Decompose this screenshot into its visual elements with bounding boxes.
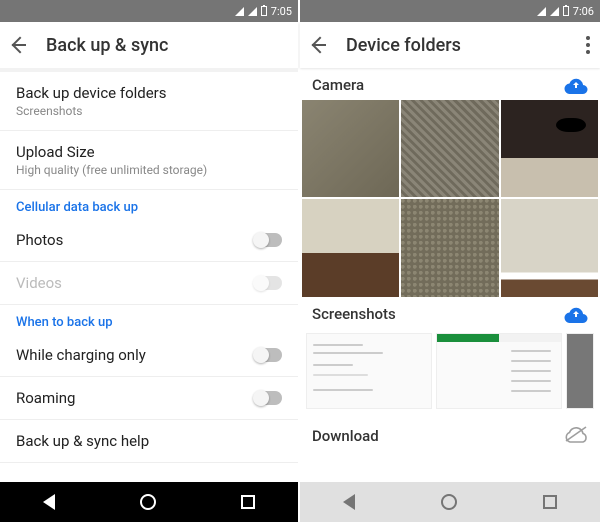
section-when: When to back up xyxy=(0,305,298,334)
settings-list: Back up device folders Screenshots Uploa… xyxy=(0,68,298,482)
row-title: Back up device folders xyxy=(16,84,282,102)
photo-thumb[interactable] xyxy=(401,199,498,296)
folder-name: Screenshots xyxy=(312,305,396,323)
screenshots-row xyxy=(300,329,600,417)
row-subtitle: Screenshots xyxy=(16,104,282,118)
screenshot-thumb[interactable] xyxy=(436,333,562,409)
row-title: Roaming xyxy=(16,389,254,407)
battery-icon xyxy=(563,6,569,16)
camera-grid xyxy=(300,100,600,297)
battery-icon xyxy=(261,6,267,16)
status-bar: 7:05 xyxy=(0,0,298,22)
nav-home-icon[interactable] xyxy=(441,494,457,510)
nav-bar xyxy=(300,482,600,522)
page-title: Device folders xyxy=(346,35,568,56)
section-cellular: Cellular data back up xyxy=(0,190,298,219)
nav-back-icon[interactable] xyxy=(343,494,355,510)
switch-videos xyxy=(254,276,282,290)
cloud-upload-icon[interactable] xyxy=(564,76,588,94)
photo-thumb[interactable] xyxy=(302,100,399,197)
cloud-off-icon[interactable] xyxy=(564,425,588,447)
photo-thumb[interactable] xyxy=(302,199,399,296)
switch-charging[interactable] xyxy=(254,348,282,362)
status-bar: 7:06 xyxy=(300,0,600,22)
row-title: Back up & sync help xyxy=(16,432,282,450)
photo-thumb[interactable] xyxy=(501,199,598,296)
folder-header-download[interactable]: Download xyxy=(300,417,600,453)
row-help[interactable]: Back up & sync help xyxy=(0,420,298,463)
row-title: Upload Size xyxy=(16,143,282,161)
row-subtitle: High quality (free unlimited storage) xyxy=(16,163,282,177)
cell-signal-icon xyxy=(248,7,257,16)
status-time: 7:06 xyxy=(573,5,594,18)
nav-recents-icon[interactable] xyxy=(241,495,255,509)
nav-home-icon[interactable] xyxy=(140,494,156,510)
photo-thumb[interactable] xyxy=(501,100,598,197)
nav-recents-icon[interactable] xyxy=(543,495,557,509)
screenshot-thumb[interactable] xyxy=(306,333,432,409)
row-videos-toggle: Videos xyxy=(0,262,298,305)
status-time: 7:05 xyxy=(271,5,292,18)
row-roaming-toggle[interactable]: Roaming xyxy=(0,377,298,420)
screenshot-thumb[interactable] xyxy=(566,333,594,409)
toolbar: Device folders xyxy=(300,22,600,68)
nav-back-icon[interactable] xyxy=(43,494,55,510)
folder-header-camera[interactable]: Camera xyxy=(300,68,600,100)
toolbar: Back up & sync xyxy=(0,22,298,68)
switch-roaming[interactable] xyxy=(254,391,282,405)
row-photos-toggle[interactable]: Photos xyxy=(0,219,298,262)
row-title: Videos xyxy=(16,274,254,292)
row-title: While charging only xyxy=(16,346,254,364)
back-icon[interactable] xyxy=(10,36,28,54)
more-icon[interactable] xyxy=(586,36,590,54)
page-title: Back up & sync xyxy=(46,35,288,56)
switch-photos[interactable] xyxy=(254,233,282,247)
row-title: Photos xyxy=(16,231,254,249)
folder-header-screenshots[interactable]: Screenshots xyxy=(300,297,600,329)
row-device-folders[interactable]: Back up device folders Screenshots xyxy=(0,72,298,131)
cloud-upload-icon[interactable] xyxy=(564,305,588,323)
phone-device-folders: 7:06 Device folders Camera Screenshots xyxy=(300,0,600,522)
phone-backup-sync: 7:05 Back up & sync Back up device folde… xyxy=(0,0,300,522)
cell-signal-icon xyxy=(550,7,559,16)
folder-name: Camera xyxy=(312,76,364,94)
nav-bar xyxy=(0,482,298,522)
row-upload-size[interactable]: Upload Size High quality (free unlimited… xyxy=(0,131,298,190)
folders-list[interactable]: Camera Screenshots xyxy=(300,68,600,482)
back-icon[interactable] xyxy=(310,36,328,54)
folder-name: Download xyxy=(312,427,379,445)
wifi-icon xyxy=(537,7,546,16)
row-charging-toggle[interactable]: While charging only xyxy=(0,334,298,377)
wifi-icon xyxy=(235,7,244,16)
photo-thumb[interactable] xyxy=(401,100,498,197)
